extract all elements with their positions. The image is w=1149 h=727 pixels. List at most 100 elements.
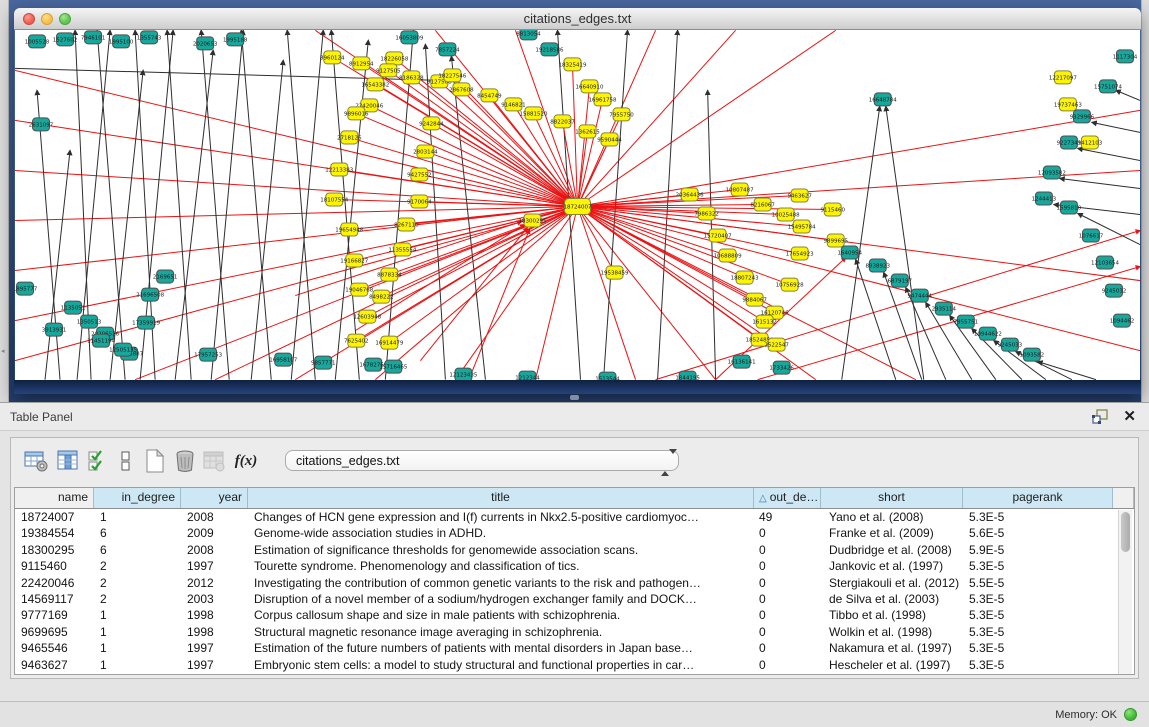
cytoscape-desktop: ◂ citations_edges.txt: [0, 0, 1149, 402]
svg-text:10025488: 10025488: [772, 213, 800, 219]
svg-text:2803144: 2803144: [413, 149, 438, 155]
float-window-icon[interactable]: [1091, 409, 1109, 425]
column-header-out_de[interactable]: △out_de…: [754, 488, 821, 508]
svg-text:12123435: 12123435: [449, 373, 477, 379]
svg-text:7986322: 7986322: [694, 212, 719, 218]
network-view-window: citations_edges.txt 18300295896012489129…: [14, 8, 1141, 394]
table-panel: Table Panel ✕: [0, 402, 1149, 727]
column-header-short[interactable]: short: [821, 488, 963, 508]
svg-text:18807243: 18807243: [731, 276, 759, 282]
svg-text:1244413: 1244413: [1032, 196, 1057, 202]
table-header-row: namein_degreeyeartitle△out_de…shortpager…: [15, 488, 1134, 509]
function-icon[interactable]: f(x): [233, 448, 259, 474]
svg-text:1076617: 1076617: [1079, 234, 1104, 240]
right-panel-gutter[interactable]: [1141, 0, 1149, 402]
table-row[interactable]: 1830029562008Estimation of significance …: [15, 542, 1134, 558]
application-window: ◂ citations_edges.txt: [0, 0, 1149, 727]
svg-text:8267110: 8267110: [394, 223, 419, 229]
fx-label: f(x): [233, 448, 259, 474]
svg-text:16961758: 16961758: [589, 97, 617, 103]
table-row[interactable]: 2242004622012Investigating the contribut…: [15, 575, 1134, 591]
network-canvas[interactable]: 1830029589601248912954182260589127505165…: [15, 30, 1140, 380]
svg-text:16543382: 16543382: [361, 82, 389, 88]
svg-text:2867608: 2867608: [449, 87, 474, 93]
svg-text:7946101: 7946101: [81, 35, 106, 41]
svg-text:18107554: 18107554: [320, 197, 348, 203]
svg-text:18227546: 18227546: [438, 73, 466, 79]
svg-text:8813054: 8813054: [516, 31, 541, 37]
gutter-grip-icon[interactable]: ◂: [1, 348, 6, 355]
table-row[interactable]: 1872400712008Changes of HCN gene express…: [15, 509, 1134, 525]
table-panel-title: Table Panel: [10, 410, 73, 424]
svg-text:15716465: 15716465: [379, 365, 407, 371]
svg-text:2169651: 2169651: [153, 275, 178, 281]
table-row[interactable]: 1938455462009Genome-wide association stu…: [15, 525, 1134, 541]
panel-divider-grip[interactable]: [570, 395, 579, 400]
svg-text:7857224: 7857224: [435, 47, 460, 53]
svg-text:9115460: 9115460: [820, 208, 845, 214]
svg-text:1135051: 1135051: [61, 306, 85, 312]
svg-text:1995188: 1995188: [223, 37, 248, 43]
svg-text:7955750: 7955750: [609, 112, 634, 118]
column-header-title[interactable]: title: [248, 488, 754, 508]
table-row[interactable]: 977716911998Corpus callosum shape and si…: [15, 607, 1134, 623]
svg-text:9463627: 9463627: [787, 193, 812, 199]
svg-text:1595810: 1595810: [1057, 206, 1082, 212]
svg-text:17359919: 17359919: [132, 321, 160, 327]
svg-text:2935114: 2935114: [932, 307, 957, 313]
svg-text:2522547: 2522547: [764, 343, 789, 349]
table-row[interactable]: 946362711997Embryonic stem cells: a mode…: [15, 657, 1134, 673]
svg-text:9245033: 9245033: [998, 343, 1023, 349]
svg-text:19538459: 19538459: [601, 271, 629, 277]
close-icon[interactable]: ✕: [1123, 407, 1136, 425]
rows-icon[interactable]: [113, 448, 139, 474]
svg-text:12093582: 12093582: [1038, 170, 1066, 176]
left-panel-gutter[interactable]: ◂: [0, 0, 9, 402]
column-header-name[interactable]: name: [15, 488, 94, 508]
new-file-icon[interactable]: [142, 448, 168, 474]
svg-text:1895777: 1895777: [15, 287, 38, 293]
svg-text:19046768: 19046768: [345, 288, 373, 294]
svg-text:1005528: 1005528: [25, 39, 50, 45]
citation-network-graph[interactable]: 1830029589601248912954182260589127505165…: [15, 30, 1140, 380]
table-row[interactable]: 969969511998Structural magnetic resonanc…: [15, 624, 1134, 640]
scrollbar-thumb[interactable]: [1121, 512, 1130, 552]
svg-text:16648784: 16648784: [869, 97, 897, 103]
status-bar: Memory: OK: [0, 701, 1149, 727]
table-selector-dropdown[interactable]: citations_edges.txt: [285, 450, 679, 471]
table-row[interactable]: 911546021997Tourette syndrome. Phenomeno…: [15, 558, 1134, 574]
table-row[interactable]: 946554611997Estimation of the future num…: [15, 640, 1134, 656]
svg-text:1527602: 1527602: [53, 37, 78, 43]
svg-text:16958107: 16958107: [269, 358, 297, 364]
svg-text:9857771: 9857771: [311, 361, 336, 367]
memory-status-label: Memory: OK: [1055, 709, 1117, 721]
svg-text:16640910: 16640910: [576, 84, 604, 90]
column-header-year[interactable]: year: [181, 488, 248, 508]
svg-text:9245032: 9245032: [1102, 289, 1127, 295]
svg-text:15720407: 15720407: [704, 234, 732, 240]
column-header-in_degree[interactable]: in_degree: [94, 488, 181, 508]
svg-text:1995100: 1995100: [109, 39, 134, 45]
table-columns-icon[interactable]: [55, 448, 81, 474]
svg-text:16053809: 16053809: [395, 35, 423, 41]
svg-text:1355743: 1355743: [137, 35, 162, 41]
window-titlebar[interactable]: citations_edges.txt: [14, 8, 1141, 30]
memory-status-indicator[interactable]: [1124, 708, 1137, 721]
svg-text:8822037: 8822037: [550, 119, 575, 125]
svg-text:10688809: 10688809: [714, 254, 742, 260]
sort-ascending-icon: △: [759, 493, 767, 504]
svg-text:9474444: 9474444: [908, 294, 933, 300]
vertical-scrollbar[interactable]: [1118, 510, 1132, 674]
svg-text:2718126: 2718126: [337, 135, 362, 141]
svg-text:12217097: 12217097: [1049, 75, 1077, 81]
svg-text:12603948: 12603948: [353, 315, 381, 321]
import-table-disabled-icon: [201, 448, 227, 474]
checklist-icon[interactable]: [85, 448, 111, 474]
combo-spinner-icon: [661, 454, 669, 468]
column-header-pagerank[interactable]: pagerank: [963, 488, 1113, 508]
svg-text:8454749: 8454749: [477, 93, 502, 99]
table-row[interactable]: 1456911722003Disruption of a novel membe…: [15, 591, 1134, 607]
trash-icon[interactable]: [172, 448, 198, 474]
table-settings-icon[interactable]: [23, 448, 49, 474]
svg-text:8498222: 8498222: [369, 295, 394, 301]
